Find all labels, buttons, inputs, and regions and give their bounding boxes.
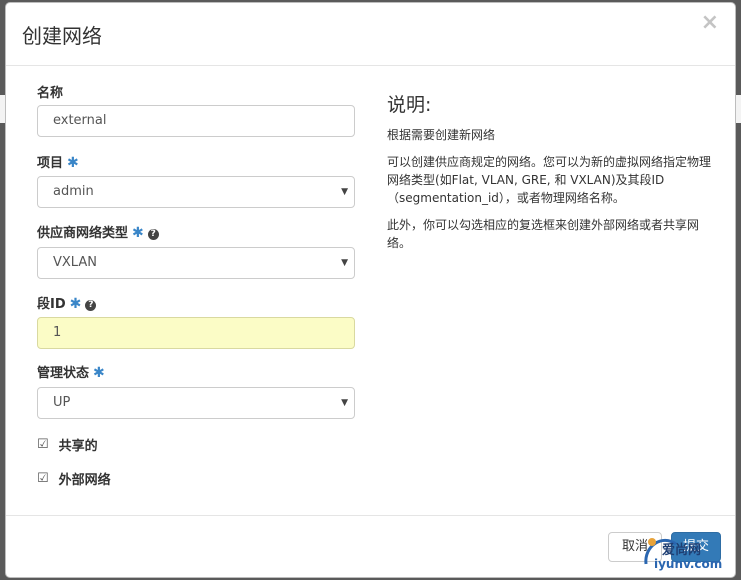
- required-asterisk-icon: ✱: [69, 296, 82, 312]
- admin-state-select[interactable]: UP ▼: [37, 387, 355, 419]
- create-network-modal: 创建网络 × 名称 external 项目 ✱ admin ▼ 供应商网络类型 ✱?…: [5, 2, 736, 578]
- close-icon[interactable]: ×: [701, 12, 719, 34]
- modal-title: 创建网络: [22, 24, 102, 48]
- name-label-text: 名称: [37, 86, 64, 101]
- provider-network-type-label-text: 供应商网络类型: [37, 226, 129, 241]
- segment-id-label-text: 段ID: [37, 297, 66, 312]
- check-square-icon[interactable]: ☑: [37, 437, 49, 452]
- provider-network-type-label: 供应商网络类型 ✱?: [37, 222, 159, 241]
- admin-state-label: 管理状态 ✱: [37, 362, 105, 381]
- check-square-icon[interactable]: ☑: [37, 471, 49, 486]
- shared-checkbox[interactable]: ☑ 共享的: [37, 435, 98, 454]
- caret-down-icon: ▼: [341, 258, 348, 268]
- question-circle-icon[interactable]: ?: [147, 229, 159, 240]
- segment-id-label: 段ID ✱?: [37, 293, 97, 312]
- admin-state-label-text: 管理状态: [37, 366, 90, 381]
- name-label: 名称: [37, 82, 63, 101]
- provider-network-type-value: VXLAN: [53, 255, 97, 270]
- project-select-value: admin: [53, 184, 94, 199]
- modal-body: 名称 external 项目 ✱ admin ▼ 供应商网络类型 ✱? VXLAN …: [6, 66, 735, 516]
- segment-id-input[interactable]: 1: [37, 317, 355, 349]
- required-asterisk-icon: ✱: [93, 365, 105, 381]
- external-network-checkbox[interactable]: ☑ 外部网络: [37, 469, 111, 488]
- name-input-value: external: [53, 113, 107, 128]
- shared-checkbox-label: 共享的: [58, 439, 98, 454]
- external-network-checkbox-label: 外部网络: [58, 473, 111, 488]
- project-select[interactable]: admin ▼: [37, 176, 355, 208]
- watermark-site-text: 爱尚网: [662, 543, 702, 558]
- description-paragraph: 根据需要创建新网络: [387, 128, 496, 142]
- description-panel: 说明: 根据需要创建新网络 可以创建供应商规定的网络。您可以为新的虚拟网络指定物…: [387, 96, 717, 261]
- required-asterisk-icon: ✱: [132, 225, 144, 241]
- description-paragraph: 此外，你可以勾选相应的复选框来创建外部网络或者共享网络。: [387, 218, 700, 250]
- provider-network-type-select[interactable]: VXLAN ▼: [37, 247, 355, 279]
- project-label: 项目 ✱: [37, 152, 79, 171]
- description-paragraph: 可以创建供应商规定的网络。您可以为新的虚拟网络指定物理网络类型(如Flat, V…: [387, 155, 712, 205]
- project-label-text: 项目: [37, 156, 64, 171]
- admin-state-select-value: UP: [53, 395, 71, 410]
- segment-id-input-value: 1: [53, 325, 62, 340]
- modal-header: 创建网络 ×: [6, 3, 735, 66]
- caret-down-icon: ▼: [341, 398, 348, 408]
- watermark-domain-text: iyunv.com: [654, 557, 723, 571]
- required-asterisk-icon: ✱: [67, 155, 79, 171]
- name-input[interactable]: external: [37, 105, 355, 137]
- watermark-logo: 爱尚网 iyunv.com: [640, 530, 738, 576]
- modal-footer: 取消 提交: [6, 515, 735, 577]
- description-title: 说明:: [387, 94, 432, 116]
- question-circle-icon[interactable]: ?: [85, 300, 97, 311]
- caret-down-icon: ▼: [341, 187, 348, 197]
